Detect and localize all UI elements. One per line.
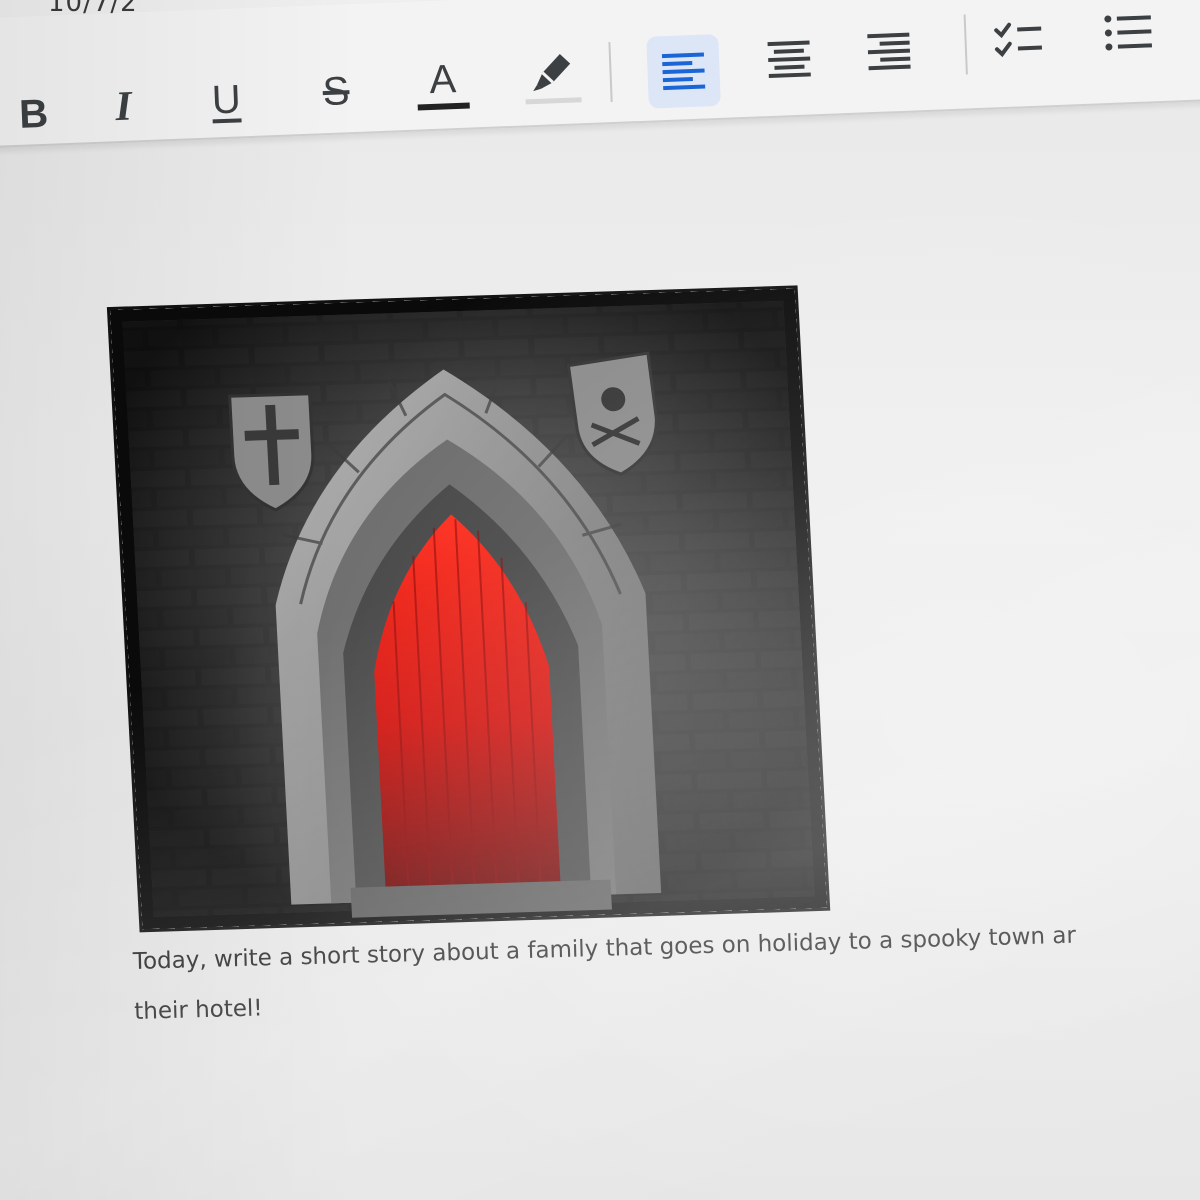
bold-label: B [18,91,49,137]
align-left-icon [661,52,706,91]
underline-button[interactable]: U [197,68,255,132]
align-center-icon [767,40,811,79]
underline-label: U [211,76,242,122]
highlighter-pen-icon [533,53,571,91]
document-body: Today, write a short story about a famil… [0,150,1200,1200]
strikethrough-button[interactable]: S [307,60,365,124]
bulleted-list-button[interactable] [1095,0,1161,65]
toolbar-divider [963,14,968,75]
formatting-toolbar: B I U S A [0,0,1200,149]
checklist-button[interactable] [985,7,1051,73]
toolbar-divider [608,42,613,103]
align-left-button[interactable] [646,33,721,109]
align-right-button[interactable] [856,18,922,84]
text-color-swatch [417,102,470,111]
align-center-button[interactable] [756,26,822,92]
checklist-icon [994,22,1042,58]
text-color-button[interactable]: A [412,47,475,119]
italic-button[interactable]: I [97,76,149,138]
bulleted-list-icon [1104,15,1152,51]
strikethrough-label: S [321,68,351,114]
screen: 10/7/2 B I U S A Today, write a short st… [0,0,1200,1200]
align-right-icon [867,32,911,71]
highlight-color-swatch [525,96,582,104]
spooky-door-image[interactable] [110,288,828,930]
text-color-label: A [428,57,457,103]
highlight-button[interactable] [521,39,584,111]
italic-label: I [114,83,133,131]
bold-button[interactable]: B [8,83,60,145]
